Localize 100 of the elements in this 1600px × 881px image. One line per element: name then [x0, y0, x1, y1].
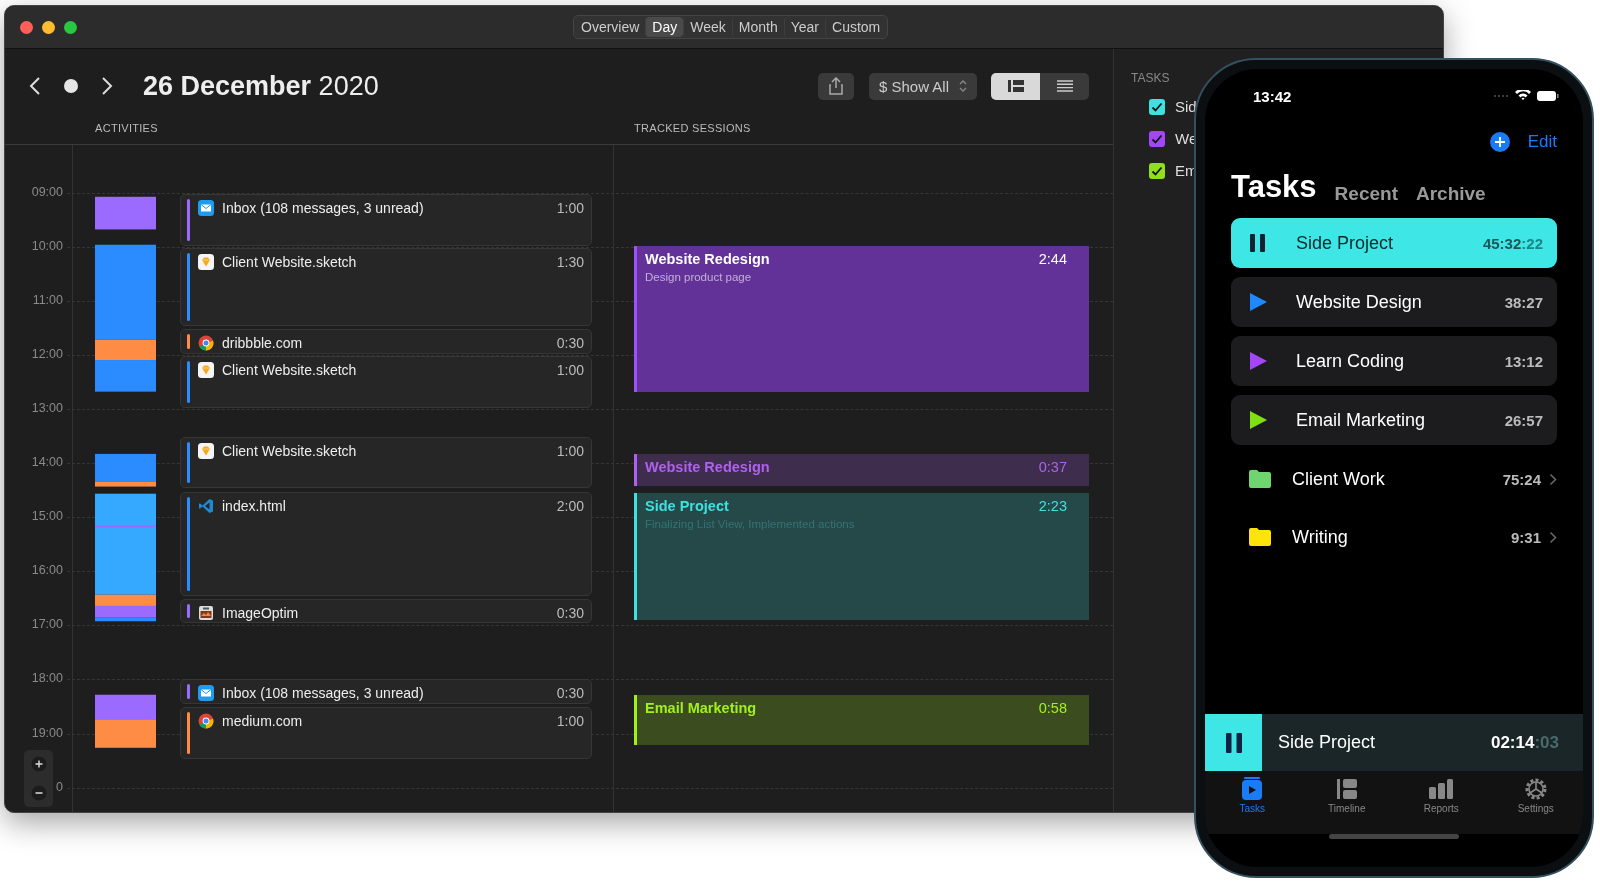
view-tab[interactable]: Day	[645, 17, 684, 37]
wifi-icon	[1514, 90, 1532, 102]
now-playing-bar[interactable]: Side Project 02:14:03	[1205, 714, 1583, 771]
checkbox[interactable]	[1149, 162, 1165, 179]
activity-card[interactable]: index.html 2:00	[180, 491, 592, 596]
activity-card[interactable]: Inbox (108 messages, 3 unread) 1:00	[180, 193, 592, 246]
activity-card[interactable]: Client Website.sketch 1:00	[180, 355, 592, 408]
hour-label: 0	[56, 779, 63, 794]
activity-name: ImageOptim	[222, 603, 300, 622]
close-icon[interactable]	[20, 20, 33, 34]
checkbox[interactable]	[1149, 130, 1165, 147]
chevron-icon	[1549, 530, 1557, 544]
activity-card[interactable]: dribbble.com 0:30	[180, 329, 592, 354]
zoom-icon[interactable]	[64, 20, 77, 34]
view-tab[interactable]: Week	[683, 17, 732, 37]
today-icon[interactable]	[63, 78, 79, 94]
back-icon[interactable]	[29, 76, 41, 96]
hour-label: 10:00	[31, 238, 63, 253]
activity-card[interactable]: Inbox (108 messages, 3 unread) 0:30	[180, 679, 592, 704]
add-icon[interactable]	[1489, 132, 1510, 152]
activity-card[interactable]: Client Website.sketch 1:00	[180, 436, 592, 488]
activity-card[interactable]: ImageOptim 0:30	[180, 598, 592, 624]
list-tab[interactable]: Tasks	[1231, 169, 1317, 205]
list-icon	[1055, 79, 1074, 93]
hour-label: 19:00	[31, 725, 63, 740]
column-heading: ACTIVITIES	[95, 122, 158, 134]
view-tab[interactable]: Year	[783, 17, 826, 37]
activity-card[interactable]: Client Website.sketch 1:30	[180, 247, 592, 327]
activity-name: index.html	[222, 496, 287, 515]
task-name: Learn Coding	[1296, 350, 1406, 372]
edit-button[interactable]: Edit	[1527, 132, 1557, 152]
view-tab[interactable]: Month	[731, 17, 784, 37]
tab-bar-item[interactable]: Tasks	[1217, 776, 1288, 815]
activity-duration: 1:00	[556, 360, 584, 379]
view-tab[interactable]: Custom	[825, 17, 887, 37]
forward-icon[interactable]	[101, 76, 113, 96]
activity-name: Client Website.sketch	[222, 441, 358, 460]
task-time: 9:31	[1510, 528, 1541, 546]
mail-icon	[198, 199, 214, 216]
battery-icon	[1537, 91, 1559, 101]
tab-bar-item[interactable]: Settings	[1500, 776, 1571, 815]
activity-duration: 0:30	[556, 334, 584, 353]
activity-name: Inbox (108 messages, 3 unread)	[222, 198, 425, 217]
share-button[interactable]	[817, 72, 854, 100]
folder-row[interactable]: Client Work 75:24	[1231, 454, 1557, 504]
activity-duration: 2:00	[556, 496, 584, 515]
checkbox[interactable]	[1149, 98, 1165, 115]
bar-chart-icon	[1428, 777, 1455, 801]
activity-name: medium.com	[222, 711, 304, 730]
list-tab[interactable]: Archive	[1415, 183, 1486, 205]
folder-row[interactable]: Writing 9:31	[1231, 512, 1557, 562]
activity-card[interactable]: medium.com 1:00	[180, 706, 592, 759]
session-card[interactable]: Website Redesign 2:44 Design product page	[634, 245, 1089, 392]
activity-duration: 1:30	[556, 252, 584, 271]
play-icon[interactable]	[1248, 292, 1268, 312]
session-card[interactable]: Email Marketing 0:58	[634, 694, 1089, 745]
activity-name: dribbble.com	[222, 334, 304, 353]
code-editor-icon	[198, 497, 214, 514]
sidebar-heading: TASKS	[1131, 71, 1171, 85]
pause-button[interactable]	[1205, 714, 1262, 771]
timeline-icon	[1006, 79, 1025, 93]
pause-icon[interactable]	[1248, 233, 1268, 253]
filter-popup[interactable]: $ Show All	[868, 72, 977, 100]
activity-duration: 0:30	[556, 603, 584, 622]
activity-name: Client Website.sketch	[222, 360, 358, 379]
activity-duration: 1:00	[556, 711, 584, 730]
app-icon	[198, 604, 214, 621]
session-duration: 2:23	[1038, 496, 1067, 515]
task-time: 75:24	[1502, 470, 1541, 488]
browser-icon	[198, 712, 214, 729]
list-tab[interactable]: Recent	[1334, 183, 1398, 205]
task-time: 26:57	[1504, 411, 1543, 429]
pause-icon	[1223, 731, 1244, 754]
activity-name: Client Website.sketch	[222, 252, 358, 271]
hour-label: 14:00	[31, 455, 63, 470]
session-title: Side Project	[645, 496, 729, 515]
zoom-in-icon[interactable]	[30, 756, 47, 773]
activity-name: Inbox (108 messages, 3 unread)	[222, 684, 425, 703]
now-playing-name: Side Project	[1278, 732, 1377, 753]
hour-label: 11:00	[32, 292, 63, 307]
task-row[interactable]: Learn Coding 13:12	[1231, 336, 1557, 386]
task-row[interactable]: Email Marketing 26:57	[1231, 395, 1557, 445]
session-title: Website Redesign	[645, 457, 770, 476]
zoom-out-icon[interactable]	[30, 784, 47, 801]
hour-label: 12:00	[31, 346, 63, 361]
timeline-view-button[interactable]	[991, 72, 1040, 100]
task-time: 13:12	[1504, 352, 1543, 370]
status-time: 13:42	[1253, 87, 1292, 105]
hour-label: 18:00	[31, 671, 63, 686]
tab-bar-item[interactable]: Timeline	[1311, 776, 1382, 815]
session-note: Design product page	[645, 270, 753, 283]
hour-label: 16:00	[31, 563, 63, 578]
task-name: Website Design	[1296, 291, 1423, 313]
view-tab[interactable]: Overview	[575, 17, 646, 37]
task-row[interactable]: Website Design 38:27	[1231, 277, 1557, 327]
play-icon[interactable]	[1248, 410, 1268, 430]
task-row[interactable]: Side Project 45:32:22	[1231, 218, 1557, 268]
list-view-button[interactable]	[1040, 72, 1089, 100]
tab-bar-item[interactable]: Reports	[1406, 776, 1477, 815]
minimize-icon[interactable]	[42, 20, 55, 34]
